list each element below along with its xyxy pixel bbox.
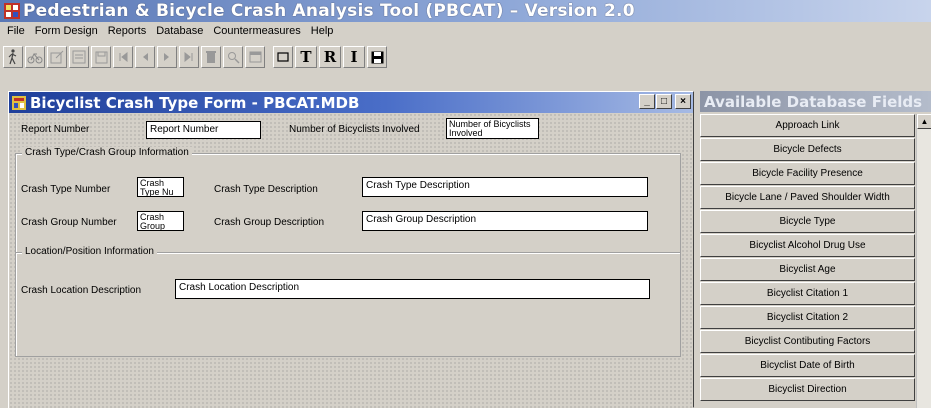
crash-type-form-window: Bicyclist Crash Type Form - PBCAT.MDB _ … [8,91,694,408]
field-button-bicyclist-age[interactable]: Bicyclist Age [700,258,915,281]
field-button-bicycle-lane-width[interactable]: Bicycle Lane / Paved Shoulder Width [700,186,915,209]
scroll-up-icon[interactable]: ▲ [917,114,931,129]
field-button-bicyclist-alcohol-drug-use[interactable]: Bicyclist Alcohol Drug Use [700,234,915,257]
form-title: Bicyclist Crash Type Form - PBCAT.MDB [30,93,360,112]
pedestrian-icon[interactable] [3,46,23,68]
field-button-bicycle-facility-presence[interactable]: Bicycle Facility Presence [700,162,915,185]
last-record-icon[interactable] [179,46,199,68]
menu-database[interactable]: Database [151,25,208,37]
menu-help[interactable]: Help [306,25,339,37]
first-record-icon[interactable] [113,46,133,68]
field-button-bicycle-defects[interactable]: Bicycle Defects [700,138,915,161]
crash-location-field[interactable]: Crash Location Description [175,279,650,299]
save-icon[interactable] [91,46,111,68]
field-button-bicyclist-date-of-birth[interactable]: Bicyclist Date of Birth [700,354,915,377]
menu-file[interactable]: File [2,25,30,37]
crash-type-group-box [15,153,681,261]
maximize-button[interactable]: □ [656,94,672,109]
crash-group-number-field[interactable]: Crash Group [137,211,184,231]
bicycle-icon[interactable] [25,46,45,68]
crash-group-desc-field[interactable]: Crash Group Description [362,211,648,231]
location-group-box [15,252,681,357]
field-button-bicyclist-citation-1[interactable]: Bicyclist Citation 1 [700,282,915,305]
field-button-bicyclist-contributing-factors[interactable]: Bicyclist Contibuting Factors [700,330,915,353]
find-icon[interactable] [223,46,243,68]
menu-bar: File Form Design Reports Database Counte… [0,22,931,40]
app-title: Pedestrian & Bicycle Crash Analysis Tool… [23,1,635,21]
crash-type-number-field[interactable]: Crash Type Nu [137,177,184,197]
app-title-bar: Pedestrian & Bicycle Crash Analysis Tool… [0,0,931,22]
crash-type-number-label: Crash Type Number [21,184,111,195]
field-button-bicyclist-citation-2[interactable]: Bicyclist Citation 2 [700,306,915,329]
rectangle-tool-icon[interactable] [273,46,293,68]
delete-icon[interactable] [201,46,221,68]
fields-list: Approach Link Bicycle Defects Bicycle Fa… [700,114,915,402]
form-icon [12,95,26,110]
form-icon[interactable] [69,46,89,68]
fields-scrollbar[interactable]: ▲ [916,114,931,408]
edit-icon[interactable] [47,46,67,68]
crash-location-label: Crash Location Description [21,285,142,296]
crash-type-desc-label: Crash Type Description [214,184,318,195]
location-group-label: Location/Position Information [22,246,157,257]
crash-group-number-label: Crash Group Number [21,217,117,228]
menu-reports[interactable]: Reports [103,25,152,37]
menu-form-design[interactable]: Form Design [30,25,103,37]
textbox-tool-button[interactable]: T [295,46,317,68]
minimize-button[interactable]: _ [639,94,655,109]
prev-record-icon[interactable] [135,46,155,68]
report-tool-button[interactable]: R [319,46,341,68]
crash-group-desc-label: Crash Group Description [214,217,325,228]
form-title-bar: Bicyclist Crash Type Form - PBCAT.MDB _ … [9,92,693,113]
next-record-icon[interactable] [157,46,177,68]
italic-tool-button[interactable]: I [343,46,365,68]
crash-type-desc-field[interactable]: Crash Type Description [362,177,648,197]
report-number-field[interactable]: Report Number [146,121,261,139]
field-button-bicyclist-direction[interactable]: Bicyclist Direction [700,378,915,401]
close-button[interactable]: × [675,94,691,109]
field-button-bicycle-type[interactable]: Bicycle Type [700,210,915,233]
crash-type-group-label: Crash Type/Crash Group Information [22,147,192,158]
field-button-approach-link[interactable]: Approach Link [700,114,915,137]
menu-countermeasures[interactable]: Countermeasures [208,25,305,37]
report-number-label: Report Number [21,124,90,135]
window-icon[interactable] [245,46,265,68]
fields-panel-title: Available Database Fields [700,91,931,112]
num-bicyclists-field[interactable]: Number of Bicyclists Involved [446,118,539,139]
save-disk-icon[interactable] [367,46,387,68]
num-bicyclists-label: Number of Bicyclists Involved [289,124,420,135]
form-design-area: Report Number Report Number Number of Bi… [9,113,693,408]
database-fields-panel: Available Database Fields Approach Link … [700,91,931,408]
app-logo-icon [4,3,20,19]
toolbar: T R I [0,43,389,71]
